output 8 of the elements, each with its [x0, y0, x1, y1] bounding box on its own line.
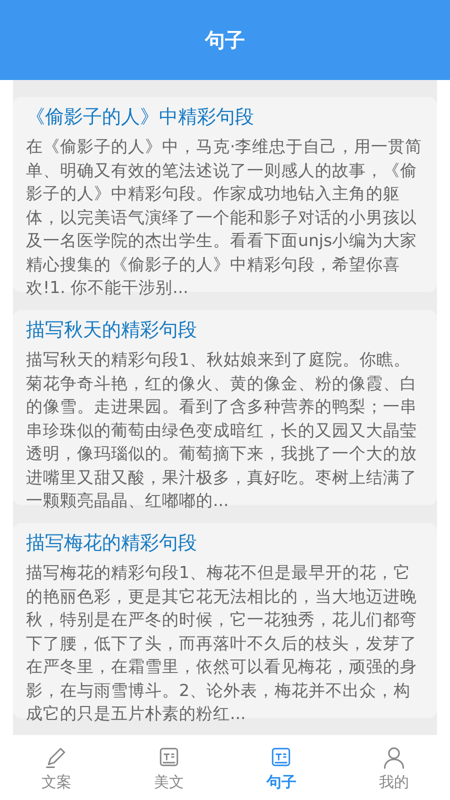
tab[interactable]: 美文	[112, 735, 225, 800]
tab[interactable]: 我的	[338, 735, 450, 800]
tab[interactable]: 文案	[0, 735, 112, 800]
article-title: 《偷影子的人》中精彩句段	[26, 105, 255, 130]
article-title: 描写梅花的精彩句段	[26, 531, 198, 556]
tab[interactable]: 句子	[225, 735, 338, 800]
article-title: 描写秋天的精彩句段	[26, 318, 198, 343]
page-title: 句子	[205, 26, 245, 54]
